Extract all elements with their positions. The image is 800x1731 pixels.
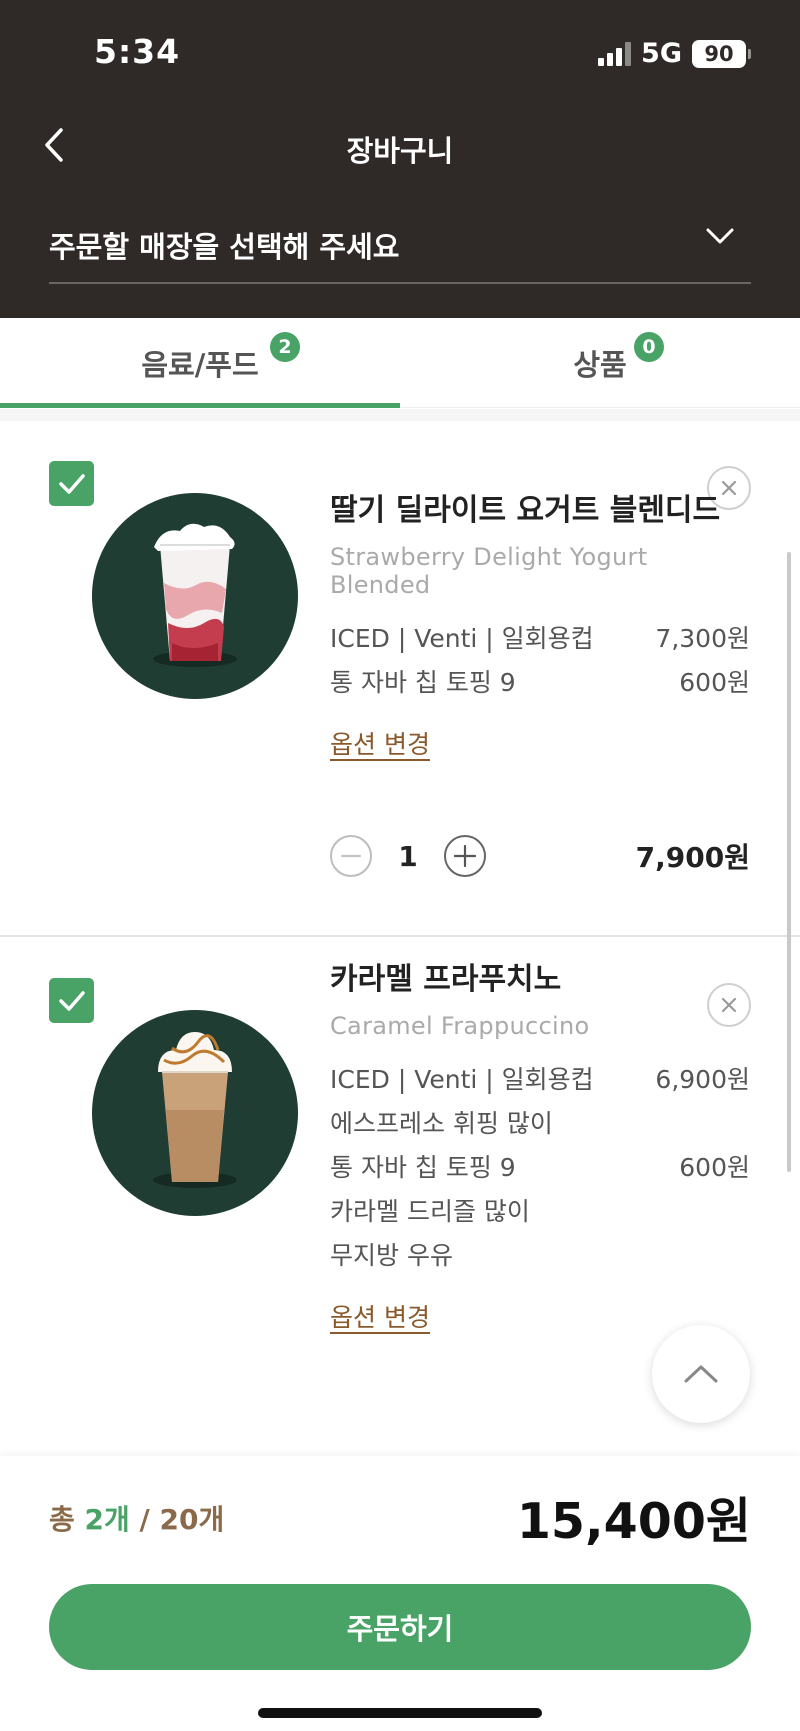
option-label: 카라멜 드리즐 많이	[330, 1197, 530, 1226]
total-price: 15,400원	[516, 1493, 751, 1550]
check-icon	[58, 473, 85, 494]
item-total-price: 7,900원	[635, 841, 750, 874]
cart-item: 딸기 딜라이트 요거트 블렌디드 Strawberry Delight Yogu…	[0, 421, 800, 937]
option-price: 600원	[679, 1153, 750, 1182]
tab-count-badge: 0	[634, 332, 664, 362]
option-label: ICED | Venti | 일회용컵	[330, 1065, 594, 1094]
change-options-link[interactable]: 옵션 변경	[330, 725, 430, 761]
item-checkbox[interactable]	[49, 461, 94, 506]
divider	[0, 409, 800, 421]
strawberry-yogurt-drink-image	[153, 523, 237, 667]
option-row: ICED | Venti | 일회용컵 7,300원	[330, 617, 750, 661]
tab-label: 상품	[573, 347, 627, 382]
chevron-down-icon	[706, 228, 734, 244]
option-label: 무지방 우유	[330, 1241, 453, 1270]
order-button[interactable]: 주문하기	[49, 1584, 751, 1670]
store-select-label: 주문할 매장을 선택해 주세요	[49, 230, 400, 264]
option-row: 카라멜 드리즐 많이	[330, 1190, 750, 1234]
item-info: 딸기 딜라이트 요거트 블렌디드 Strawberry Delight Yogu…	[330, 485, 750, 761]
product-image	[92, 1010, 298, 1216]
item-name-en: Caramel Frappuccino	[330, 1012, 590, 1040]
product-image	[92, 493, 298, 699]
option-row: 통 자바 칩 토핑 9 600원	[330, 1146, 750, 1190]
increase-quantity-button[interactable]	[444, 835, 486, 877]
item-name-ko: 카라멜 프라푸치노	[330, 962, 562, 997]
option-row: 무지방 우유	[330, 1234, 750, 1278]
option-label: 에스프레소 휘핑 많이	[330, 1109, 553, 1138]
option-row: ICED | Venti | 일회용컵 6,900원	[330, 1058, 750, 1102]
item-info: 카라멜 프라푸치노 Caramel Frappuccino ICED | Ven…	[330, 954, 750, 1334]
status-time: 5:34	[94, 32, 181, 71]
network-type: 5G	[641, 38, 682, 69]
caramel-frappuccino-image	[153, 1032, 237, 1188]
decrease-quantity-button[interactable]	[330, 835, 372, 877]
signal-icon	[598, 41, 632, 66]
chevron-up-icon	[684, 1365, 718, 1383]
change-options-link[interactable]: 옵션 변경	[330, 1298, 430, 1334]
check-icon	[58, 990, 85, 1011]
battery-icon: 90	[692, 39, 751, 68]
plus-icon	[454, 845, 476, 867]
quantity-stepper: 1 7,900원	[330, 833, 750, 879]
option-label: 통 자바 칩 토핑 9	[330, 668, 516, 697]
quantity-value: 1	[398, 839, 418, 873]
item-options: ICED | Venti | 일회용컵 6,900원 에스프레소 휘핑 많이 통…	[330, 1058, 750, 1278]
app-header: 5:34 5G 90 장바구니 주문할 매장을 선택해 주세요	[0, 0, 800, 318]
total-count: 총 2개 / 20개	[49, 1498, 224, 1538]
total-prefix: 총	[49, 1503, 85, 1536]
tab-label: 음료/푸드	[141, 347, 259, 382]
item-name-en: Strawberry Delight Yogurt Blended	[330, 543, 648, 599]
selected-count: 2개	[84, 1503, 130, 1536]
order-summary-bar: 총 2개 / 20개 15,400원 주문하기	[0, 1456, 800, 1731]
minus-icon	[341, 854, 361, 858]
option-row: 에스프레소 휘핑 많이	[330, 1102, 750, 1146]
option-label: 통 자바 칩 토핑 9	[330, 1153, 516, 1182]
option-row: 통 자바 칩 토핑 9 600원	[330, 661, 750, 705]
item-checkbox[interactable]	[49, 978, 94, 1023]
tab-drink-food[interactable]: 음료/푸드 2	[0, 318, 400, 408]
home-indicator	[258, 1708, 542, 1718]
scroll-to-top-button[interactable]	[652, 1325, 750, 1423]
option-price: 600원	[679, 668, 750, 697]
option-price: 7,300원	[655, 624, 750, 653]
scrollbar[interactable]	[787, 552, 791, 1172]
store-select-dropdown[interactable]: 주문할 매장을 선택해 주세요	[49, 224, 751, 284]
item-options: ICED | Venti | 일회용컵 7,300원 통 자바 칩 토핑 9 6…	[330, 617, 750, 705]
page-title: 장바구니	[346, 134, 454, 168]
option-label: ICED | Venti | 일회용컵	[330, 624, 594, 653]
item-name-ko: 딸기 딜라이트 요거트 블렌디드	[330, 493, 721, 528]
battery-level: 90	[704, 41, 734, 66]
category-tabs: 음료/푸드 2 상품 0	[0, 318, 800, 408]
tab-goods[interactable]: 상품 0	[400, 318, 800, 407]
status-indicators: 5G 90	[598, 38, 751, 69]
option-price: 6,900원	[655, 1065, 750, 1094]
max-count: / 20개	[129, 1503, 225, 1536]
tab-count-badge: 2	[270, 332, 300, 362]
